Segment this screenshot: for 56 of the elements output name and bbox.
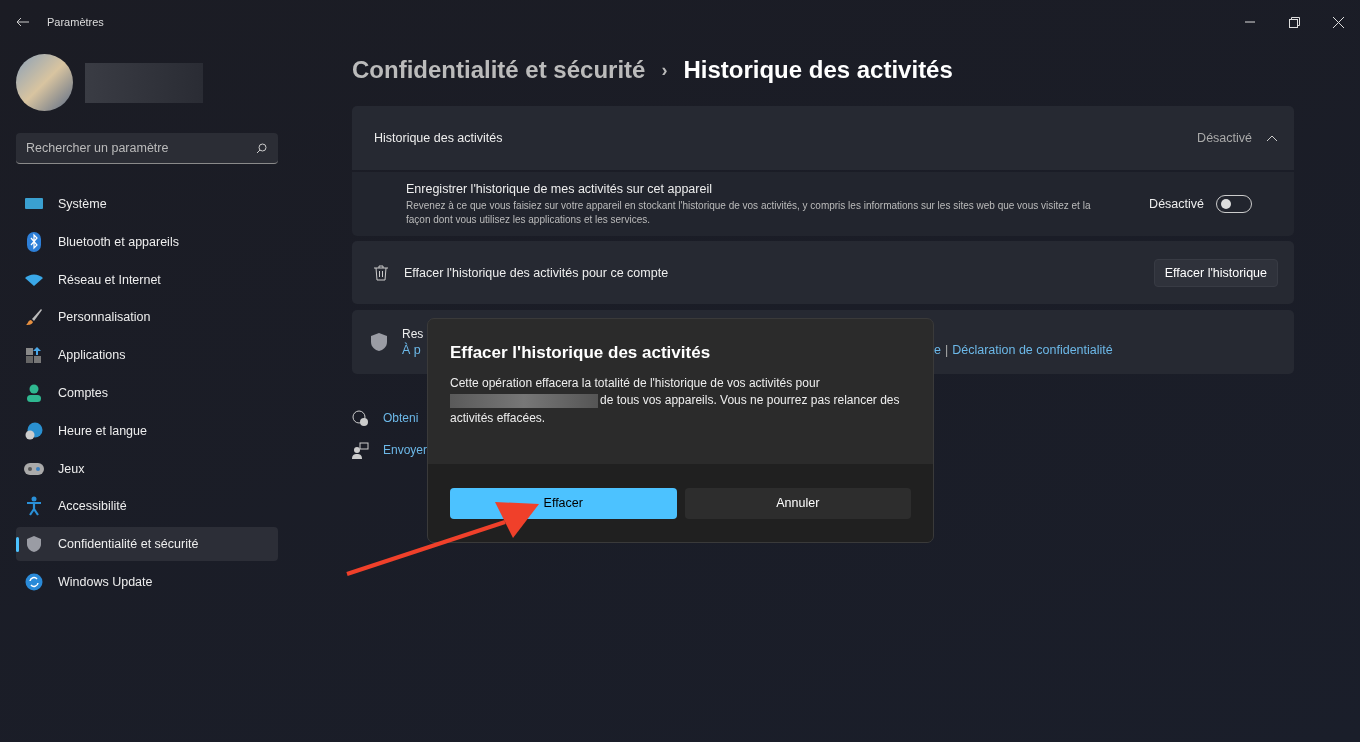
sidebar-item-icon: [24, 496, 44, 517]
dialog-title: Effacer l'historique des activités: [450, 343, 712, 363]
sidebar-item-icon: [24, 572, 44, 591]
breadcrumb-link[interactable]: Confidentialité et sécurité: [352, 56, 646, 84]
setting-title: Enregistrer l'historique de mes activités sur cet appareil: [406, 181, 713, 196]
sidebar-item-icon: [24, 384, 44, 402]
setting-title: Res: [402, 327, 425, 341]
restore-icon: [1288, 16, 1300, 28]
confirm-button[interactable]: Effacer: [450, 487, 677, 519]
sidebar-item-icon: [24, 308, 44, 327]
page-title: Historique des activités: [683, 56, 953, 84]
search-icon: [256, 143, 267, 154]
breadcrumb-separator: ›: [661, 59, 668, 81]
sidebar-item[interactable]: Personnalisation: [16, 300, 278, 335]
back-icon[interactable]: [16, 17, 29, 27]
cancel-button[interactable]: Annuler: [684, 487, 911, 519]
sidebar-item[interactable]: Confidentialité et sécurité: [16, 527, 278, 562]
minimize-icon: [1245, 21, 1255, 23]
avatar-circle: [16, 54, 73, 111]
section-status: Désactivé: [1197, 131, 1252, 145]
section-header[interactable]: Historique des activités Désactivé: [352, 106, 1294, 170]
sidebar-item-icon: [24, 272, 44, 287]
sidebar-item[interactable]: Heure et langue: [16, 413, 278, 448]
search-field[interactable]: Rechercher un paramètre: [16, 133, 278, 164]
sidebar-item-icon: [24, 421, 44, 440]
trash-icon: [374, 264, 388, 281]
window-title: Paramètres: [47, 16, 104, 28]
privacy-statement-link[interactable]: Déclaration de confidentialité: [952, 343, 1113, 357]
clear-history-button[interactable]: Effacer l'historique: [1153, 258, 1278, 287]
setting-label: Effacer l'historique des activités pour ce compte: [404, 265, 669, 280]
link-separator: |: [944, 343, 949, 357]
dialog-message: Cette opération effacera la totalité de l'historique de vos activités pour de tous vos appareils. Vous ne pourrez pas relancer des activités effacées.: [450, 375, 901, 427]
sidebar-item[interactable]: Jeux: [16, 451, 278, 486]
shield-icon: [370, 332, 388, 352]
help-link[interactable]: Obteni: [383, 411, 419, 425]
sidebar-item-icon: [24, 535, 44, 554]
close-icon: [1332, 16, 1344, 28]
help-icon: [352, 409, 369, 427]
sidebar-item-icon: [24, 346, 44, 365]
setting-description: Revenez à ce que vous faisiez sur votre appareil en stockant l'historique de vos activités, y compris les informations sur les sites web que vous visitez et la façon dont vous utilisez les applications et les services.: [406, 198, 1092, 227]
help-link[interactable]: Envoyer: [383, 443, 428, 457]
sidebar-item[interactable]: Applications: [16, 338, 278, 373]
sidebar-item[interactable]: Comptes: [16, 376, 278, 410]
sidebar-item-icon: [24, 462, 44, 475]
sidebar-item[interactable]: Réseau et Internet: [16, 262, 278, 297]
sidebar-item-icon: [24, 231, 44, 252]
sidebar-item[interactable]: Bluetooth et appareils: [16, 224, 278, 259]
sidebar-item[interactable]: Accessibilité: [16, 489, 278, 524]
selection-indicator: [16, 537, 19, 553]
section-title: Historique des activités: [374, 131, 503, 145]
feedback-icon: [352, 441, 369, 459]
sidebar-item[interactable]: Windows Update: [16, 564, 278, 599]
sidebar-item[interactable]: Système: [16, 187, 278, 221]
sidebar-item-icon: [24, 196, 44, 212]
toggle-label: Désactivé: [1149, 197, 1204, 211]
privacy-link[interactable]: e: [934, 343, 941, 357]
